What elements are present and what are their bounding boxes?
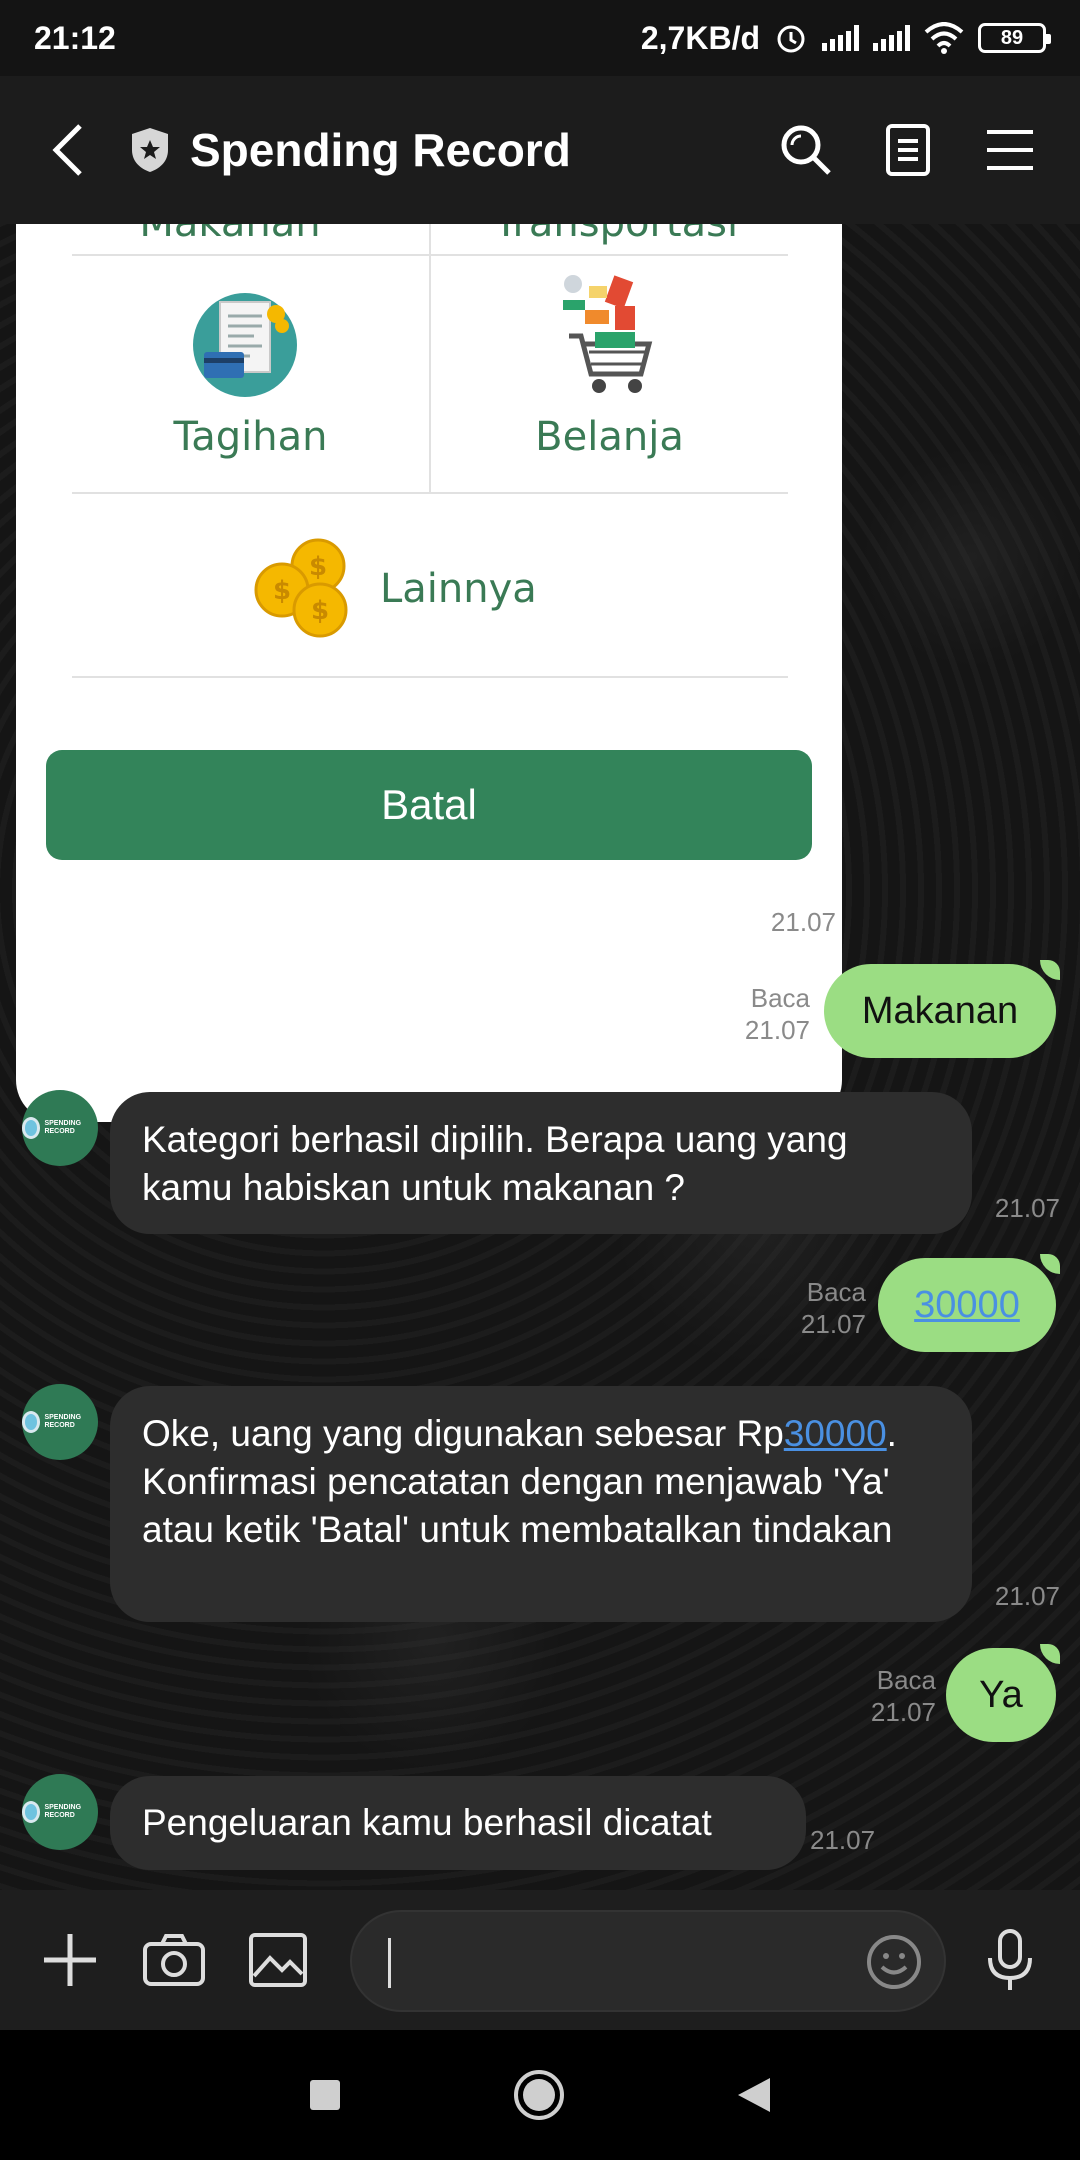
avatar[interactable]: SPENDING RECORD	[22, 1774, 98, 1850]
svg-text:$: $	[273, 576, 291, 606]
amount-link[interactable]: 30000	[784, 1413, 887, 1454]
chat-header: Spending Record	[0, 76, 1080, 224]
system-nav-bar	[0, 2030, 1080, 2160]
home-icon[interactable]	[512, 2068, 566, 2122]
category-partial-makanan[interactable]: Makanan	[90, 224, 370, 246]
battery-level: 89	[1000, 26, 1024, 49]
svg-text:$: $	[309, 552, 327, 582]
notes-button[interactable]	[878, 120, 938, 180]
message-meta: Baca 21.07	[846, 1664, 936, 1728]
category-partial-transportasi[interactable]: Transportasi	[456, 224, 776, 246]
read-status: Baca	[876, 1665, 936, 1695]
avatar-logo-dot	[22, 1411, 41, 1433]
cancel-button[interactable]: Batal	[46, 750, 812, 860]
message-bubble-out[interactable]: Ya	[946, 1644, 1060, 1742]
message-text: Makanan	[861, 989, 1019, 1032]
avatar-text: SPENDING RECORD	[44, 1414, 82, 1429]
camera-button[interactable]	[134, 1920, 214, 2000]
recents-icon[interactable]	[308, 2078, 342, 2112]
microphone-icon	[988, 1929, 1032, 1990]
status-time: 21:12	[34, 19, 116, 56]
image-icon	[249, 1933, 307, 1987]
message-text: Kategori berhasil dipilih. Berapa uang y…	[142, 1119, 848, 1208]
message-time: 21.07	[800, 1309, 866, 1339]
network-speed: 2,7KB/d	[640, 19, 760, 56]
voice-button[interactable]	[970, 1920, 1050, 2000]
category-tagihan[interactable]: Tagihan	[72, 256, 429, 492]
emoji-icon[interactable]	[866, 1934, 922, 1990]
divider	[72, 676, 788, 678]
card-timestamp: 21.07	[770, 907, 836, 937]
message-time: 21.07	[994, 1193, 1060, 1223]
message-text: Ya	[979, 1673, 1023, 1716]
avatar[interactable]: SPENDING RECORD	[22, 1090, 98, 1166]
shopping-cart-icon	[563, 275, 653, 393]
amount-link[interactable]: 30000	[914, 1284, 1020, 1327]
avatar[interactable]: SPENDING RECORD	[22, 1384, 98, 1460]
read-status: Baca	[750, 983, 810, 1013]
status-bar: 21:12 2,7KB/d 89	[0, 0, 1080, 76]
shield-icon	[132, 128, 168, 172]
message-input[interactable]	[350, 1910, 946, 2012]
message-bubble-out[interactable]: Makanan	[824, 960, 1060, 1058]
search-button[interactable]	[776, 120, 836, 180]
read-status: Baca	[806, 1277, 866, 1307]
wifi-icon	[924, 22, 964, 54]
back-nav-icon[interactable]	[736, 2076, 772, 2114]
category-lainnya[interactable]: $ $ $ Lainnya	[72, 494, 788, 676]
message-time: 21.07	[994, 1581, 1060, 1611]
avatar-text: SPENDING RECORD	[44, 1120, 82, 1135]
search-icon	[781, 125, 831, 175]
chat-area[interactable]: Makanan Transportasi Tagihan	[0, 224, 1080, 1890]
message-bubble-in[interactable]: Oke, uang yang digunakan sebesar Rp30000…	[110, 1386, 972, 1622]
chevron-left-icon	[52, 124, 82, 176]
category-label: Belanja	[535, 414, 684, 460]
signal-icon	[822, 25, 859, 51]
category-label: Tagihan	[173, 414, 328, 460]
category-belanja[interactable]: Belanja	[431, 256, 788, 492]
add-button[interactable]	[30, 1920, 110, 2000]
signal-icon-2	[873, 25, 910, 51]
text-cursor	[388, 1938, 391, 1988]
svg-text:$: $	[311, 596, 329, 626]
message-text: Pengeluaran kamu berhasil dicatat	[142, 1802, 712, 1843]
plus-icon	[44, 1934, 96, 1986]
bill-icon	[193, 293, 297, 397]
message-time: 21.07	[810, 1825, 876, 1855]
message-bubble-in[interactable]: Kategori berhasil dipilih. Berapa uang y…	[110, 1092, 972, 1234]
alarm-icon	[777, 25, 805, 53]
input-bar	[0, 1890, 1080, 2030]
battery-icon: 89	[978, 23, 1051, 53]
category-label: Lainnya	[380, 566, 537, 612]
avatar-logo-dot	[22, 1801, 41, 1823]
message-meta: Baca 21.07	[700, 982, 810, 1046]
avatar-logo-dot	[22, 1117, 41, 1139]
message-text-part: Oke, uang yang digunakan sebesar Rp	[142, 1413, 784, 1454]
gallery-button[interactable]	[238, 1920, 318, 2000]
message-time: 21.07	[744, 1015, 810, 1045]
message-time: 21.07	[870, 1697, 936, 1727]
coins-icon: $ $ $	[254, 538, 348, 638]
avatar-text: SPENDING RECORD	[44, 1804, 82, 1819]
chat-title: Spending Record	[190, 124, 571, 176]
hamburger-menu-icon	[987, 130, 1033, 170]
back-button[interactable]	[50, 120, 100, 180]
document-icon	[886, 124, 930, 176]
message-bubble-in[interactable]: Pengeluaran kamu berhasil dicatat	[110, 1776, 806, 1870]
message-meta: Baca 21.07	[756, 1276, 866, 1340]
menu-button[interactable]	[980, 120, 1040, 180]
message-bubble-out[interactable]: 30000	[878, 1254, 1060, 1352]
camera-icon	[143, 1934, 205, 1986]
